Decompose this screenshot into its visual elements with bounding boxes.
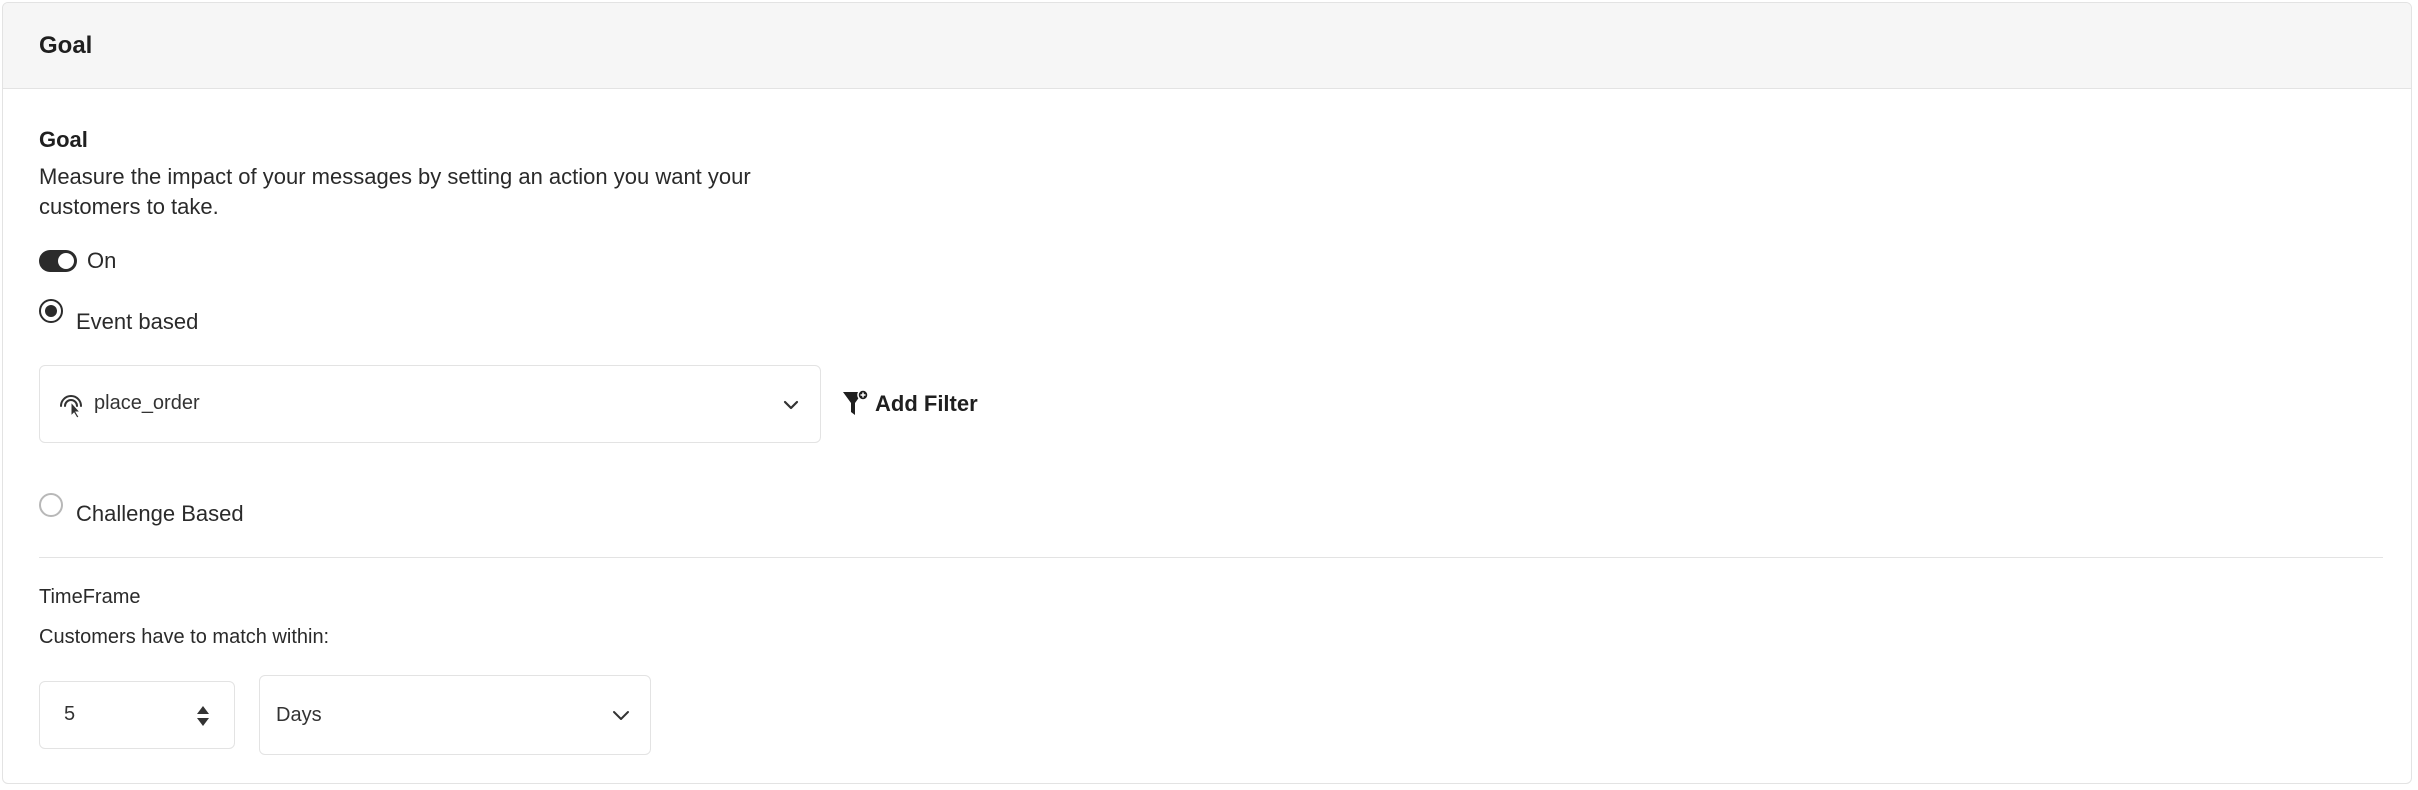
goal-toggle[interactable] [39,250,77,272]
challenge-based-label[interactable]: Challenge Based [76,501,244,527]
goal-description: Measure the impact of your messages by s… [39,164,751,219]
add-filter-label: Add Filter [875,391,978,416]
goal-section-title: Goal [39,127,88,152]
toggle-label: On [87,248,117,273]
goal-panel: Goal Goal Measure the impact of your mes… [2,2,2412,784]
panel-title: Goal [39,31,93,59]
tap-gesture-icon [60,395,82,419]
event-based-label[interactable]: Event based [76,309,198,335]
add-filter-button[interactable]: Add Filter [841,389,978,419]
event-based-radio[interactable] [39,299,63,323]
timeframe-unit-select[interactable]: Days [259,675,651,755]
timeframe-unit-value: Days [276,704,322,726]
timeframe-hint: Customers have to match within: [39,626,330,648]
challenge-based-radio[interactable] [39,493,63,517]
timeframe-amount-input[interactable]: 5 [39,681,235,749]
toggle-knob [58,253,74,269]
filter-icon [843,389,869,415]
chevron-down-icon [783,400,799,410]
stepper-icon[interactable] [194,703,212,729]
chevron-down-icon [613,711,629,720]
panel-header: Goal [3,3,2411,89]
event-select[interactable]: place_order [39,365,821,443]
timeframe-title: TimeFrame [39,586,141,608]
section-divider [39,557,2383,558]
event-select-value: place_order [94,392,200,414]
timeframe-amount-value: 5 [64,703,76,725]
